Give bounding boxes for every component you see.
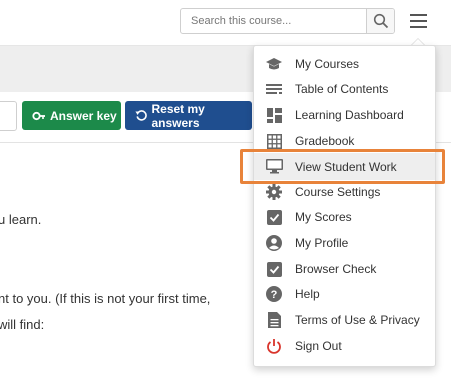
hamburger-line [410,20,427,22]
menu-item-label: Learning Dashboard [295,108,404,122]
course-search [180,8,395,34]
main-dropdown-menu: My Courses Table of Contents Learning Da… [253,45,436,367]
menu-item-my-courses[interactable]: My Courses [254,52,435,76]
search-icon [373,13,389,29]
menu-item-label: Course Settings [295,185,381,199]
content-text-line: will find: [0,317,45,332]
power-icon [265,337,283,355]
reset-icon [135,110,147,121]
help-icon: ? [265,285,283,303]
svg-text:?: ? [271,289,278,301]
search-button[interactable] [366,9,394,33]
graduation-cap-icon [265,55,283,73]
content-text-line: u learn. [0,212,42,227]
answer-key-label: Answer key [50,108,117,123]
checkbox-icon [265,208,283,226]
content-text-line: nt to you. (If this is not your first ti… [0,291,211,306]
menu-item-my-profile[interactable]: My Profile [254,231,435,255]
menu-item-label: My Scores [295,210,352,224]
hamburger-line [410,14,427,16]
menu-item-label: Terms of Use & Privacy [295,313,420,327]
table-grid-icon [265,132,283,150]
menu-item-my-scores[interactable]: My Scores [254,205,435,229]
hamburger-line [410,26,427,28]
key-icon [32,111,45,120]
menu-item-label: My Profile [295,236,349,250]
gear-icon [265,183,283,201]
checkbox-icon [265,260,283,278]
menu-item-table-of-contents[interactable]: Table of Contents [254,77,435,101]
menu-item-browser-check[interactable]: Browser Check [254,257,435,281]
user-icon [265,234,283,252]
top-bar [0,0,451,46]
menu-item-learning-dashboard[interactable]: Learning Dashboard [254,103,435,127]
menu-item-label: My Courses [295,57,360,71]
search-input[interactable] [181,9,367,33]
menu-item-terms-privacy[interactable]: Terms of Use & Privacy [254,308,435,332]
menu-item-label: Sign Out [295,339,342,353]
dashboard-icon [265,106,283,124]
reset-answers-button[interactable]: Reset my answers [125,101,252,130]
highlight-annotation-box [240,149,445,184]
document-icon [265,311,283,329]
menu-item-label: Table of Contents [295,82,389,96]
menu-item-help[interactable]: ? Help [254,282,435,306]
menu-item-label: Browser Check [295,262,377,276]
list-icon [265,80,283,98]
hamburger-menu-button[interactable] [407,11,431,31]
answer-input[interactable] [0,101,17,131]
menu-item-sign-out[interactable]: Sign Out [254,334,435,358]
menu-item-label: Gradebook [295,134,355,148]
menu-item-label: Help [295,287,320,301]
answer-key-button[interactable]: Answer key [22,101,121,130]
reset-answers-label: Reset my answers [151,101,205,130]
